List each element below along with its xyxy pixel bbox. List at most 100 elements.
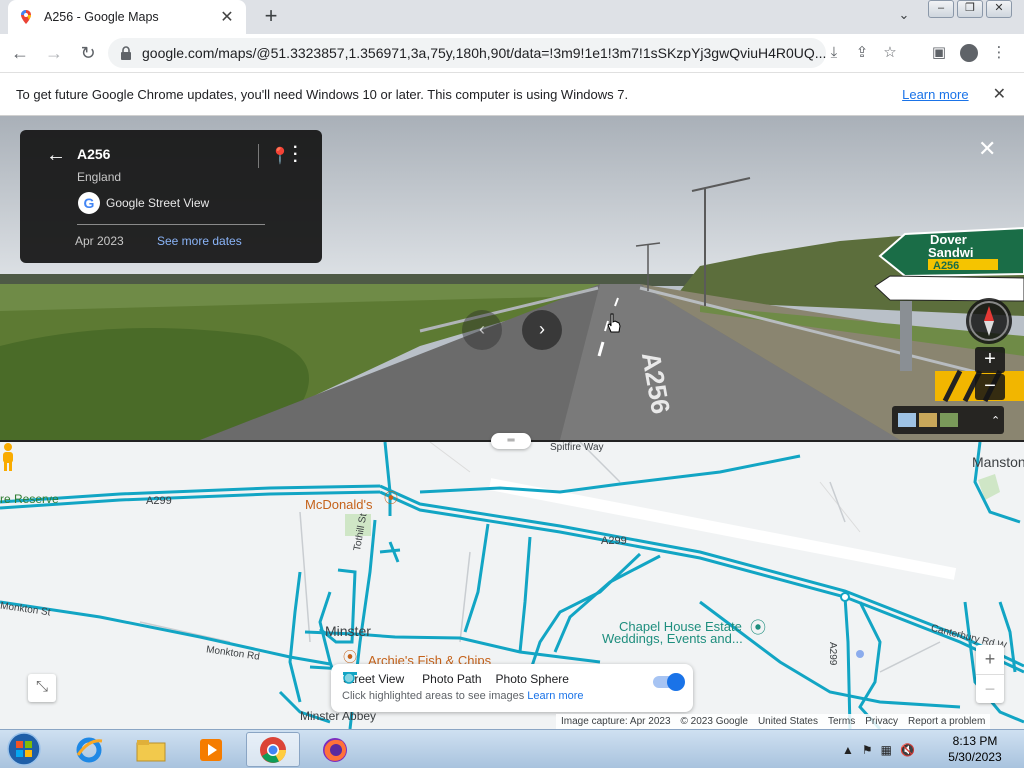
expand-layers-icon[interactable]: ⌃ [991,414,1000,427]
infobar-learn-more-link[interactable]: Learn more [902,87,968,102]
location-card: ← A256 England 📍 · · · G Google Street Vie… [20,130,322,263]
url-text[interactable]: google.com/maps/@51.3323857,1.356971,3a,… [142,45,826,61]
restaurant-pin-icon[interactable]: ⦿ [384,488,398,508]
tab-title: A256 - Google Maps [44,10,159,24]
map-label-minster: Minster [325,623,371,639]
map-label-chapel-line2[interactable]: Weddings, Events and... [602,631,743,646]
close-window-button[interactable]: ✕ [986,0,1012,18]
street-view-legend: Street View Photo Path Photo Sphere Clic… [331,664,693,712]
action-center-flag-icon[interactable]: ⚑ [862,743,873,757]
taskbar-clock[interactable]: 8:13 PM 5/30/2023 [940,733,1010,765]
next-arrow-icon[interactable]: › [522,310,562,350]
attribution-capture: Image capture: Apr 2023 [561,716,671,727]
new-tab-button[interactable]: + [258,4,284,30]
tray-expand-icon[interactable]: ▲ [842,743,854,757]
more-options-icon[interactable]: · · · [293,140,298,170]
legend-learn-more-link[interactable]: Learn more [527,690,583,702]
clock-time: 8:13 PM [952,734,998,748]
map-zoom-in-button[interactable]: + [976,645,1004,674]
layer-thumb-sky[interactable] [898,413,916,427]
google-maps-icon [21,10,31,24]
attribution-copyright: © 2023 Google [680,716,748,727]
maximize-button[interactable]: ❐ [957,0,983,18]
back-arrow-icon[interactable]: ← [46,144,66,167]
start-button-icon[interactable] [4,731,44,767]
map-zoom-controls: + − [976,645,1004,703]
previous-arrow-icon[interactable]: ‹ [462,310,502,350]
map-zoom-out-button[interactable]: − [976,675,1004,704]
back-button[interactable]: ← [6,39,34,67]
tab-close-icon[interactable]: ✕ [218,7,236,27]
clock-date: 5/30/2023 [948,750,1002,764]
infobar-close-icon[interactable]: ✕ [993,84,1006,104]
lock-icon [121,46,131,60]
attribution-privacy[interactable]: Privacy [865,714,898,729]
map-label-mcdonalds[interactable]: McDonald's [305,497,373,512]
street-view-layer-toggle[interactable] [653,673,685,691]
attribution-report[interactable]: Report a problem [908,714,985,729]
street-zoom-in-button[interactable]: + [975,347,1005,373]
source-label: Google Street View [106,196,210,210]
venue-pin-icon[interactable]: ⦿ [750,614,766,638]
close-street-view-icon[interactable]: ✕ [978,136,996,162]
legend-photo-path: Photo Path [422,672,482,686]
panel-resize-handle[interactable]: ═ [491,433,531,449]
infobar-message: To get future Google Chrome updates, you… [16,86,629,102]
map-label-manston: Manston [972,454,1024,470]
sign-road: A256 [933,260,959,272]
map-label-a299-left: A299 [146,495,172,507]
windows-taskbar: ▲ ⚑ ▦ 🔇 8:13 PM 5/30/2023 [0,729,1024,768]
layer-thumb-road[interactable] [940,413,958,427]
map-label-spitfire: Spitfire Way [550,442,604,453]
tab-search-chevron-icon[interactable]: ⌄ [892,7,916,27]
pegman-icon[interactable] [0,442,16,472]
side-panel-icon[interactable]: ▣ [924,39,954,67]
taskbar-media-player-icon[interactable] [184,732,238,767]
profile-avatar[interactable] [954,39,984,67]
forward-button[interactable]: → [40,39,68,67]
taskbar-explorer-icon[interactable] [124,732,178,767]
system-tray: ▲ ⚑ ▦ 🔇 [842,730,923,769]
see-more-dates-link[interactable]: See more dates [157,234,242,248]
browser-tab[interactable]: A256 - Google Maps ✕ [8,0,246,34]
map-pin-icon[interactable]: 📍 [270,146,290,166]
imagery-layers-strip[interactable]: ⌃ [892,406,1004,434]
photo-sphere-icon [343,672,355,684]
taskbar-ie-icon[interactable] [62,732,116,767]
minimize-button[interactable]: – [928,0,954,18]
map-label-reserve: re Reserve [0,492,59,506]
address-bar[interactable]: google.com/maps/@51.3323857,1.356971,3a,… [108,38,826,68]
update-infobar: To get future Google Chrome updates, you… [0,72,1024,116]
map-label-a299-mid: A299 [601,535,627,547]
map-attribution: Image capture: Apr 2023 © 2023 Google Un… [556,714,991,729]
browser-toolbar: ← → ↻ google.com/maps/@51.3323857,1.3569… [0,34,1024,72]
attribution-terms[interactable]: Terms [828,714,855,729]
reload-button[interactable]: ↻ [74,39,102,67]
layer-thumb-field[interactable] [919,413,937,427]
street-zoom-out-button[interactable]: − [975,374,1005,400]
tab-strip: A256 - Google Maps ✕ + ⌄ – ❐ ✕ [0,0,1024,34]
attribution-region[interactable]: United States [758,714,818,729]
volume-muted-icon[interactable]: 🔇 [900,743,915,757]
card-divider [77,224,265,225]
network-icon[interactable]: ▦ [881,743,892,757]
taskbar-chrome-icon[interactable] [246,732,300,767]
taskbar-firefox-icon[interactable] [308,732,362,767]
bookmark-star-icon[interactable]: ☆ [876,39,904,67]
google-g-icon: G [78,192,100,214]
legend-hint: Click highlighted areas to see images [342,690,525,702]
map-panel[interactable]: re Reserve A299 A299 McDonald's ⦿ Spitfi… [0,442,1024,729]
legend-photo-sphere: Photo Sphere [495,672,569,686]
compass-icon[interactable] [966,298,1012,344]
map-label-a299-right: A299 [827,642,838,666]
sign-line2: Sandwi [928,245,974,260]
install-icon[interactable]: ⤓ [820,39,848,67]
location-subtitle: England [77,170,122,184]
menu-kebab-icon[interactable]: ⋮ [984,39,1014,67]
window-controls: – ❐ ✕ [925,0,1012,18]
card-divider-vertical [258,144,259,168]
street-view-panel[interactable]: Dover Sandwi A256 A256 ← A256 England 📍 … [0,116,1024,440]
share-icon[interactable]: ⇪ [848,39,876,67]
location-title: A256 [77,146,111,162]
expand-map-button[interactable]: ⤡ [28,674,56,702]
